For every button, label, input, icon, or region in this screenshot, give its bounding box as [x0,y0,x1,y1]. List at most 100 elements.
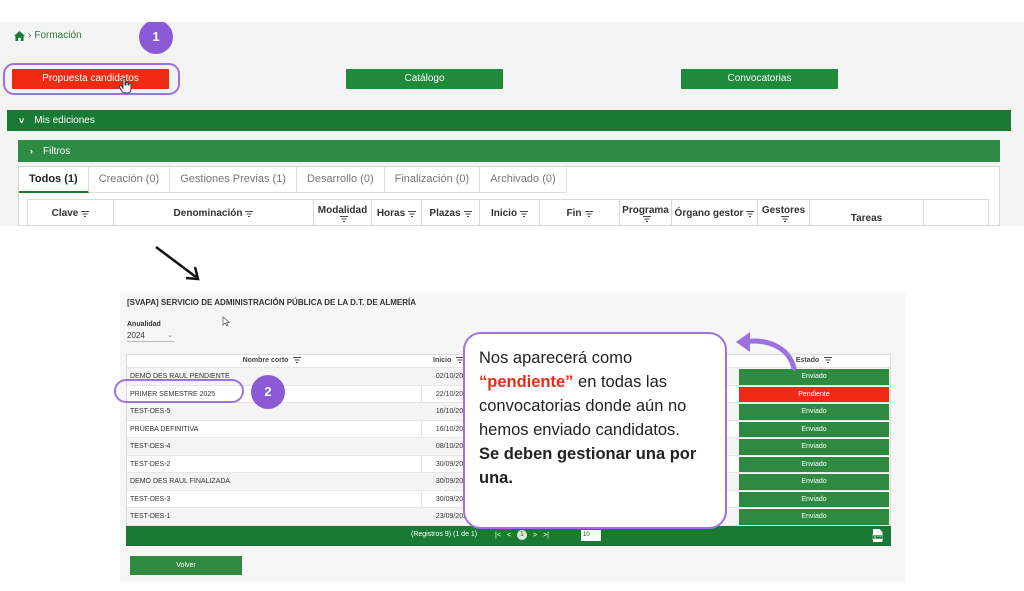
column-fin[interactable]: Fin [540,200,620,226]
column-denominacion-label: Denominación [173,208,243,219]
column-horas-label: Horas [376,208,406,219]
column-extra [924,200,944,226]
filtros-label: Filtros [43,145,71,157]
tab-finalizacion[interactable]: Finalización (0) [384,167,481,193]
tab-todos[interactable]: Todos (1) [19,167,89,193]
sort-icon [824,357,833,364]
export-csv-icon[interactable] [872,529,883,542]
callout-text-bold: Se deben gestionar una por una. [479,445,697,487]
highlight-row-oval [114,379,244,403]
current-page[interactable]: 1 [517,530,527,540]
tab-creacion[interactable]: Creación (0) [88,167,171,193]
mis-ediciones-label: Mis ediciones [34,115,95,126]
first-page-button[interactable]: |< [495,532,501,539]
tab-desarrollo[interactable]: Desarrollo (0) [296,167,385,193]
status-badge-pendiente: Pendiente [739,386,889,402]
convocatorias-button[interactable]: Convocatorias [681,69,838,89]
status-badge: Enviado [739,439,889,455]
sort-icon [340,216,348,222]
row-inicio: 22/10/202 [435,390,467,398]
sort-icon [463,210,472,217]
column-programa-label: Programa [622,205,669,216]
column-horas[interactable]: Horas [372,200,422,226]
header-nombre-label: Nombre corto [242,357,289,364]
explanation-callout: Nos aparecerá como “pendiente” en todas … [463,332,727,529]
sort-icon [81,210,90,217]
row-inicio: 30/09/202 [435,478,467,485]
home-icon[interactable] [14,30,25,41]
column-plazas-label: Plazas [429,208,461,219]
step-badge-2: 2 [251,375,285,409]
highlight-propuesta-oval [3,63,180,95]
column-gestores-label: Gestores [761,205,806,216]
column-organo-label: Órgano gestor [674,208,744,219]
column-denominacion[interactable]: Denominación [114,200,314,226]
status-badge: Enviado [739,421,889,437]
column-modalidad[interactable]: Modalidad [314,200,372,226]
column-plazas[interactable]: Plazas [422,200,480,226]
pagination-controls: |< < 1 > >| [495,530,549,540]
row-name: TEST-DES-4 [130,443,171,450]
tutorial-canvas: › Formación Propuesta candidatos Catálog… [0,0,1024,591]
row-inicio: 30/09/202 [435,460,467,468]
chevron-right-icon: › [30,146,33,156]
row-name: TEST-DES-1 [130,513,171,520]
row-inicio: 16/10/202 [435,408,467,415]
breadcrumb-current: Formación [34,30,82,41]
anualidad-label: Anualidad [127,321,161,328]
status-badge: Enviado [739,404,889,420]
editions-tabs-panel: Todos (1) Creación (0) Gestiones Previas… [18,166,1000,226]
tab-gestiones-previas[interactable]: Gestiones Previas (1) [170,167,297,193]
page-size-select[interactable]: 10 [581,530,601,541]
column-clave[interactable]: Clave [28,200,114,226]
filtros-section-header[interactable]: › Filtros [18,140,1000,162]
volver-button[interactable]: Volver [130,556,242,575]
sort-icon [781,216,789,222]
column-organo-gestor[interactable]: Órgano gestor [672,200,758,226]
column-modalidad-label: Modalidad [317,205,368,216]
column-clave-label: Clave [51,208,79,219]
tab-archivado[interactable]: Archivado (0) [480,167,567,193]
column-gestores[interactable]: Gestores [758,200,810,226]
column-inicio[interactable]: Inicio [480,200,540,226]
sort-icon [746,210,755,217]
records-count: (Registros 9) (1 de 1) [411,531,478,538]
service-title: [SVAPA] SERVICIO DE ADMINISTRACIÓN PÚBLI… [127,298,417,307]
next-page-button[interactable]: > [533,532,537,539]
row-name: PRUEBA DEFINITIVA [130,425,199,433]
last-page-button[interactable]: >| [543,532,549,539]
row-inicio: 30/09/202 [435,495,467,503]
down-right-arrow-icon [155,246,200,281]
step-badge-1: 1 [139,22,173,54]
catalogo-button[interactable]: Catálogo [346,69,503,89]
mis-ediciones-section-header[interactable]: ˅ Mis ediciones [7,110,1011,131]
status-badge: Enviado [739,491,889,507]
column-fin-label: Fin [566,208,582,219]
column-programa[interactable]: Programa [620,200,672,226]
header-inicio-label: Inicio [433,357,452,364]
row-inicio: 02/10/202 [435,373,467,380]
row-name: DEMO DES RAUL FINALIZADA [130,478,231,485]
anualidad-select[interactable]: 2024 ⌄ [127,331,175,342]
sort-icon [408,210,417,217]
sort-icon [584,210,593,217]
column-tareas: Tareas [810,200,924,226]
sort-icon [245,210,254,217]
curved-arrow-icon [736,332,797,371]
status-badge: Enviado [739,509,889,525]
top-screenshot-panel: › Formación Propuesta candidatos Catálog… [0,22,1024,226]
sort-icon [293,357,302,364]
callout-text-intro: Nos aparecerá como [479,349,633,367]
status-badge: Enviado [739,474,889,490]
pagination-bar: (Registros 9) (1 de 1) |< < 1 > >| 10 [126,526,891,546]
row-name: TEST-DES-3 [130,495,171,503]
row-inicio: 08/10/202 [435,443,467,450]
row-inicio: 16/10/202 [435,425,467,433]
prev-page-button[interactable]: < [507,532,511,539]
arrow-cursor-icon [222,316,231,327]
column-inicio-label: Inicio [490,208,518,219]
header-nombre-corto[interactable]: Nombre corto [127,355,417,367]
tab-bar: Todos (1) Creación (0) Gestiones Previas… [19,167,567,193]
anualidad-value: 2024 [127,331,145,340]
chevron-down-icon: ˅ [19,115,25,126]
